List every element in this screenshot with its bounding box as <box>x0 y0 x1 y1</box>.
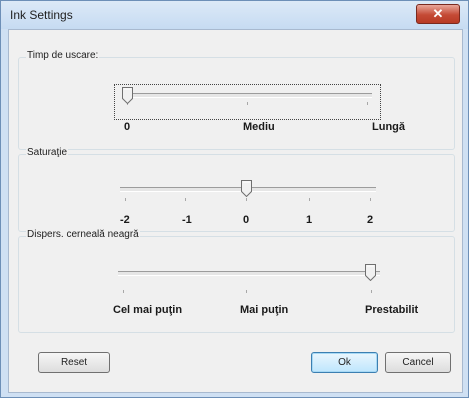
black-ink-spread-track[interactable] <box>118 271 380 276</box>
saturation-label-minus1: -1 <box>182 214 192 226</box>
title-bar[interactable]: Ink Settings ✕ <box>1 1 468 29</box>
drying-time-label-long: Lungă <box>372 121 405 133</box>
drying-time-tick <box>247 102 248 105</box>
saturation-tick <box>125 198 126 201</box>
saturation-slider-thumb[interactable] <box>241 180 252 197</box>
saturation-tick <box>309 198 310 201</box>
black-ink-spread-label-default: Prestabilit <box>365 304 419 316</box>
saturation-tick <box>370 198 371 201</box>
black-ink-spread-tick <box>123 290 124 293</box>
drying-time-label-medium: Mediu <box>243 121 275 133</box>
black-ink-spread-label: Dispers. cerneală neagră <box>26 229 140 240</box>
black-ink-spread-label-least: Cel mai puţin <box>113 304 183 316</box>
drying-time-group: Timp de uscare: 0 Mediu Lungă <box>18 50 455 150</box>
drying-time-track[interactable] <box>122 93 372 98</box>
black-ink-spread-group: Dispers. cerneală neagră Cel mai puţin M… <box>18 229 455 333</box>
black-ink-spread-label-less: Mai puţin <box>240 304 289 316</box>
ok-button[interactable]: Ok <box>311 352 378 373</box>
black-ink-spread-tick <box>246 290 247 293</box>
reset-button[interactable]: Reset <box>38 352 110 373</box>
saturation-label-minus2: -2 <box>120 214 130 226</box>
close-button[interactable]: ✕ <box>416 4 460 24</box>
window-title: Ink Settings <box>10 8 73 22</box>
dialog-body: Timp de uscare: 0 Mediu Lungă Saturaţie <box>8 29 463 393</box>
saturation-label: Saturaţie <box>26 147 69 158</box>
drying-time-label-0: 0 <box>124 121 131 133</box>
drying-time-slider-thumb[interactable] <box>122 87 133 104</box>
cancel-button[interactable]: Cancel <box>385 352 451 373</box>
saturation-label-1: 1 <box>306 214 313 226</box>
drying-time-label: Timp de uscare: <box>26 50 100 61</box>
close-icon: ✕ <box>432 6 444 21</box>
dialog-window: Ink Settings ✕ Timp de uscare: 0 Mediu L… <box>0 0 469 398</box>
saturation-label-2: 2 <box>367 214 374 226</box>
saturation-tick <box>185 198 186 201</box>
black-ink-spread-slider-thumb[interactable] <box>365 264 376 281</box>
black-ink-spread-tick <box>371 290 372 293</box>
saturation-label-0: 0 <box>243 214 250 226</box>
saturation-tick <box>246 198 247 201</box>
drying-time-tick <box>367 102 368 105</box>
saturation-group: Saturaţie -2 -1 0 1 2 <box>18 147 455 232</box>
